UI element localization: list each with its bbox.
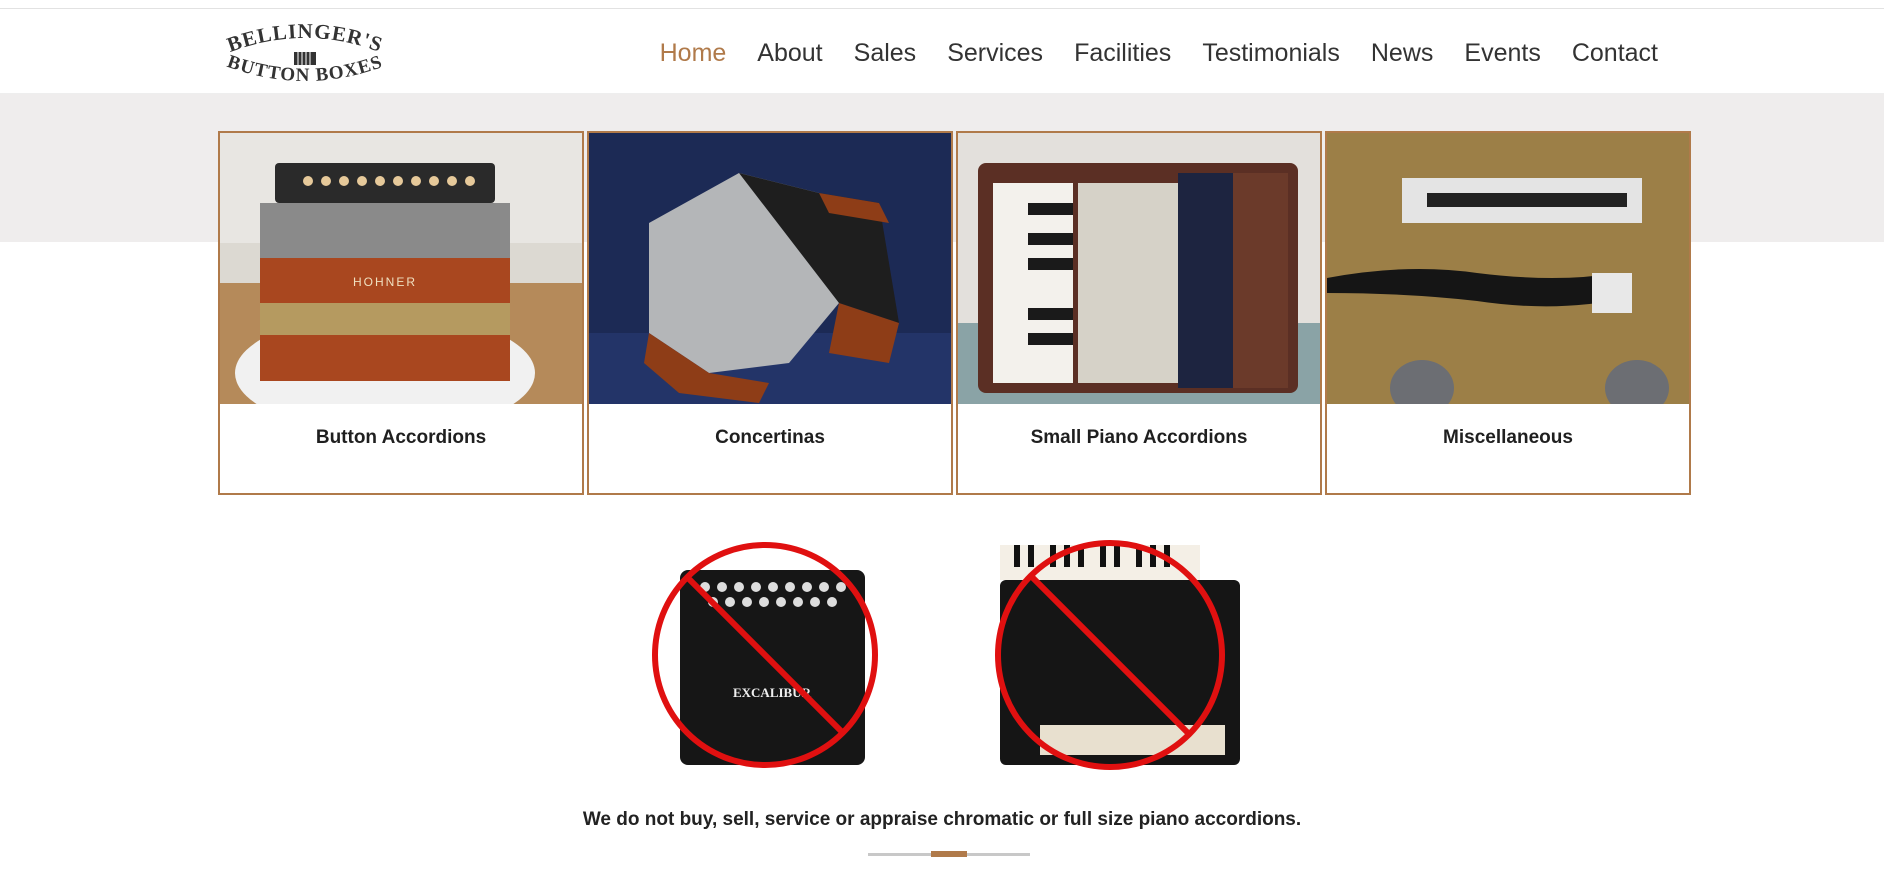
nav-testimonials[interactable]: Testimonials	[1202, 39, 1340, 68]
card-concertinas[interactable]: Concertinas	[587, 131, 953, 495]
card-button-accordions[interactable]: HOHNER Button Accordions	[218, 131, 584, 495]
nav-services[interactable]: Services	[947, 39, 1043, 68]
nav-about[interactable]: About	[757, 39, 822, 68]
main-nav: Home About Sales Services Facilities Tes…	[660, 39, 1658, 68]
card-title: Concertinas	[715, 427, 825, 448]
card-title: Button Accordions	[315, 427, 487, 448]
card-small-piano-accordions[interactable]: Small Piano Accordions	[956, 131, 1322, 495]
card-title: Miscellaneous	[1443, 427, 1573, 448]
top-border	[0, 0, 1884, 9]
piano-accordion-image	[980, 535, 1280, 775]
svg-text:BELLINGER'S: BELLINGER'S	[224, 19, 386, 57]
nav-news[interactable]: News	[1371, 39, 1434, 68]
nav-home[interactable]: Home	[660, 39, 727, 68]
category-cards: HOHNER Button Accordions Concertinas Sma…	[218, 131, 1691, 495]
button-accordion-image: HOHNER	[220, 133, 582, 433]
nav-sales[interactable]: Sales	[854, 39, 917, 68]
card-miscellaneous[interactable]: Miscellaneous	[1325, 131, 1691, 495]
hohner-label: HOHNER	[353, 275, 417, 289]
accordion-logo-icon	[294, 52, 316, 65]
small-piano-accordion-image	[958, 133, 1320, 404]
notice-text: We do not buy, sell, service or appraise…	[582, 809, 1302, 830]
nav-events[interactable]: Events	[1464, 39, 1540, 68]
logo-line1: BELLINGER'S	[224, 19, 385, 57]
dotted-divider	[840, 878, 1884, 880]
nav-contact[interactable]: Contact	[1572, 39, 1658, 68]
concertina-image	[589, 133, 951, 404]
slider-indicator[interactable]	[931, 851, 967, 857]
chromatic-accordion-image: EXCALIBUR	[640, 535, 920, 775]
site-header: BELLINGER'S BUTTON BOXES Home About Sale…	[0, 9, 1884, 94]
excluded-instruments: EXCALIBUR	[640, 535, 1280, 775]
nav-facilities[interactable]: Facilities	[1074, 39, 1171, 68]
miscellaneous-image	[1327, 133, 1689, 416]
card-title: Small Piano Accordions	[1030, 427, 1248, 448]
site-logo[interactable]: BELLINGER'S BUTTON BOXES	[220, 15, 390, 93]
